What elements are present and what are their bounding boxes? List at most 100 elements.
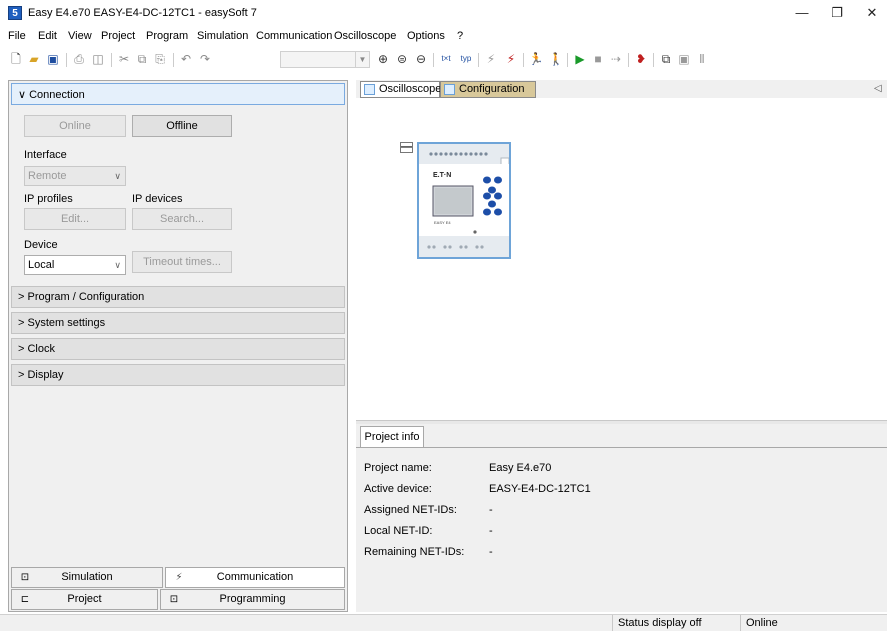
menu-oscilloscope[interactable]: Oscilloscope — [334, 30, 396, 42]
info-key-local-net-id: Local NET-ID: — [364, 525, 433, 537]
close-button[interactable]: ✕ — [855, 2, 887, 24]
device-collapse-button[interactable]: — — [400, 142, 413, 153]
minimize-button[interactable]: — — [785, 2, 819, 24]
ip-devices-label: IP devices — [132, 193, 183, 205]
menu-file[interactable]: File — [8, 30, 26, 42]
disconnect-icon[interactable]: ⚡ — [483, 51, 499, 67]
zoom-out-icon[interactable]: ⊖ — [413, 51, 429, 67]
tab-communication[interactable]: ⚡ Communication — [165, 567, 345, 588]
info-key-remaining-net-ids: Remaining NET-IDs: — [364, 546, 465, 558]
chevron-down-icon: ▼ — [355, 52, 369, 67]
timeout-times-button[interactable]: Timeout times... — [132, 251, 232, 273]
plc-device[interactable]: E.T·N EASY E4 — [417, 142, 511, 259]
view-tabs: Oscilloscope Configuration ◁ — [356, 80, 887, 98]
print-icon[interactable]: ⎙ — [71, 51, 87, 67]
cut-icon[interactable]: ✂ — [116, 51, 132, 67]
tab-oscilloscope[interactable]: Oscilloscope — [360, 81, 442, 98]
chevron-down-icon: ∨ — [114, 171, 121, 181]
bottom-tabs-row2: ⊏ Project ⊡ Programming — [11, 589, 345, 611]
menu-simulation[interactable]: Simulation — [197, 30, 248, 42]
run-person-icon[interactable]: 🏃 — [528, 51, 544, 67]
tab-simulation[interactable]: ⊡ Simulation — [11, 567, 163, 588]
device-select[interactable]: Local ∨ — [24, 255, 126, 275]
save-icon[interactable]: ▣ — [45, 51, 61, 67]
tab-project[interactable]: ⊏ Project — [11, 589, 158, 610]
title-bar: 5 Easy E4.e70 EASY-E4-DC-12TC1 - easySof… — [0, 0, 887, 28]
window-title: Easy E4.e70 EASY-E4-DC-12TC1 - easySoft … — [28, 7, 257, 19]
interface-select[interactable]: Remote ∨ — [24, 166, 126, 186]
copy-icon[interactable]: ⧉ — [134, 51, 150, 67]
device-model: EASY E4 — [434, 220, 451, 225]
stop-person-icon[interactable]: 🚶 — [548, 51, 564, 67]
section-system-settings[interactable]: > System settings — [11, 312, 345, 334]
device-label: Device — [24, 239, 58, 251]
section-program-configuration[interactable]: > Program / Configuration — [11, 286, 345, 308]
tab-programming-label: Programming — [219, 593, 286, 605]
chevron-down-icon: ∨ — [114, 260, 121, 270]
section-display[interactable]: > Display — [11, 364, 345, 386]
info-value-local-net-id: - — [489, 525, 493, 537]
menu-options[interactable]: Options — [407, 30, 445, 42]
project-info-body: Project name: Easy E4.e70 Active device:… — [356, 447, 887, 612]
maximize-button[interactable]: ❐ — [820, 2, 854, 24]
search-devices-button[interactable]: Search... — [132, 208, 232, 230]
oscilloscope-icon — [364, 84, 375, 95]
section-clock[interactable]: > Clock — [11, 338, 345, 360]
print-preview-icon[interactable]: ◫ — [90, 51, 106, 67]
tab-configuration-label: Configuration — [459, 83, 525, 95]
stop-icon[interactable]: ■ — [590, 51, 606, 67]
toolbar-combo[interactable]: ▼ — [280, 51, 370, 68]
menu-help[interactable]: ? — [457, 30, 463, 42]
zoom-reset-icon[interactable]: ⊜ — [394, 51, 410, 67]
ip-profiles-label: IP profiles — [24, 193, 73, 205]
info-key-project-name: Project name: — [364, 462, 432, 474]
menu-program[interactable]: Program — [146, 30, 188, 42]
step-icon[interactable]: ⇢ — [608, 51, 624, 67]
edit-profiles-button[interactable]: Edit... — [24, 208, 126, 230]
play-icon[interactable]: ▶ — [572, 51, 588, 67]
redo-icon[interactable]: ↷ — [197, 51, 213, 67]
app-icon: 5 — [8, 6, 22, 20]
interface-label: Interface — [24, 149, 67, 161]
connect-icon[interactable]: ⚡ — [503, 51, 519, 67]
open-folder-icon[interactable]: ▰ — [26, 51, 42, 67]
bottom-tabs-row1: ⊡ Simulation ⚡ Communication — [11, 567, 345, 589]
pause-icon[interactable]: Ⅱ — [694, 51, 710, 67]
zoom-in-icon[interactable]: ⊕ — [375, 51, 391, 67]
tab-scroll-left-icon[interactable]: ◁ — [874, 83, 882, 94]
tab-project-label: Project — [67, 593, 102, 605]
menu-view[interactable]: View — [68, 30, 92, 42]
online-button[interactable]: Online — [24, 115, 126, 137]
menu-bar: File Edit View Project Program Simulatio… — [0, 28, 887, 46]
connection-panel: ∨ Connection Online Offline Interface Re… — [8, 80, 348, 612]
tab-configuration[interactable]: Configuration — [440, 81, 536, 98]
new-file-icon[interactable]: 🗋 — [8, 51, 24, 67]
info-value-remaining-net-ids: - — [489, 546, 493, 558]
trend-icon[interactable]: ⧉ — [658, 51, 674, 67]
info-key-assigned-net-ids: Assigned NET-IDs: — [364, 504, 457, 516]
type-layout-icon[interactable]: typ — [458, 51, 474, 67]
tab-programming[interactable]: ⊡ Programming — [160, 589, 345, 610]
paste-icon[interactable]: ⎘ — [152, 51, 168, 67]
undo-icon[interactable]: ↶ — [178, 51, 194, 67]
plc-device-graphic: E.T·N EASY E4 — [419, 144, 510, 257]
tab-communication-label: Communication — [216, 571, 294, 583]
interface-value: Remote — [28, 170, 67, 182]
toolbar: 🗋 ▰ ▣ ⎙ ◫ ✂ ⧉ ⎘ ↶ ↷ ▼ ⊕ ⊜ ⊖ t×t typ ⚡ ⚡ … — [0, 47, 887, 73]
menu-project[interactable]: Project — [101, 30, 135, 42]
info-value-active-device: EASY-E4-DC-12TC1 — [489, 483, 591, 495]
menu-edit[interactable]: Edit — [38, 30, 57, 42]
breakpoint-icon[interactable]: ❥ — [633, 51, 649, 67]
status-bar: Status display off Online — [0, 614, 887, 631]
record-icon[interactable]: ▣ — [676, 51, 692, 67]
info-value-assigned-net-ids: - — [489, 504, 493, 516]
section-connection[interactable]: ∨ Connection — [11, 83, 345, 105]
tab-project-info[interactable]: Project info — [360, 426, 424, 448]
text-layout-icon[interactable]: t×t — [438, 51, 454, 67]
offline-button[interactable]: Offline — [132, 115, 232, 137]
status-display: Status display off — [612, 615, 740, 631]
tab-oscilloscope-label: Oscilloscope — [379, 83, 442, 95]
info-key-active-device: Active device: — [364, 483, 432, 495]
menu-communication[interactable]: Communication — [256, 30, 332, 42]
info-value-project-name: Easy E4.e70 — [489, 462, 552, 474]
